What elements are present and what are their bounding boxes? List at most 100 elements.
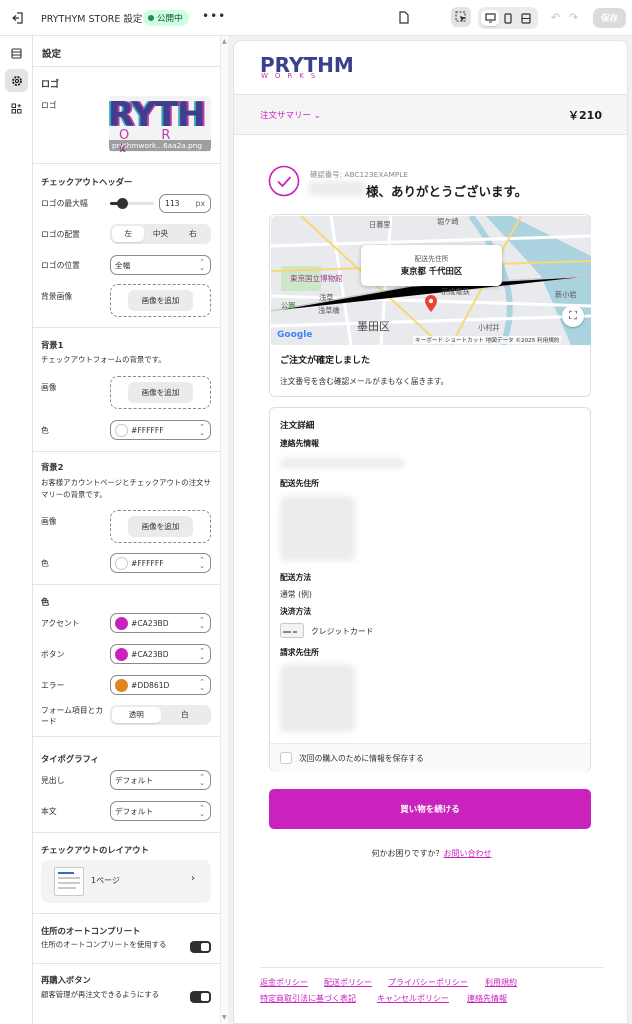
reorder-toggle[interactable]: [190, 991, 211, 1003]
logo-width-slider[interactable]: [110, 198, 154, 209]
logo-position-select[interactable]: 全幅 ⌃ ⌄: [110, 255, 211, 275]
legal-notice-link[interactable]: 特定商取引法に基づく表記: [260, 993, 356, 1004]
chevron-up-down-icon: ⌃ ⌄: [199, 678, 205, 692]
bg-image-dropzone: 画像を追加: [110, 284, 211, 317]
chevron-up-down-icon: ⌃ ⌄: [199, 647, 205, 661]
top-bar: PRYTHYM STORE 設定 2 公開中 ••• ↶ ↷ 保存: [0, 0, 632, 36]
save-info-label[interactable]: 次回の購入のために情報を保存する: [299, 753, 424, 764]
color-swatch: [115, 423, 128, 437]
thumb-line: [58, 882, 80, 884]
accent-color-select[interactable]: #CA23BD ⌃ ⌄: [110, 613, 211, 633]
customer-name-redacted: [308, 181, 366, 196]
shipping-address-label: 配送先住所: [280, 479, 319, 488]
checkout-preview: PRYTHM WORKS 注文サマリー ⌄ ￥210 確認番号: ABC123E…: [233, 40, 628, 1024]
heading-font-select[interactable]: デフォルト ⌃ ⌄: [110, 770, 211, 790]
refund-policy-link[interactable]: 返金ポリシー: [260, 977, 308, 988]
bg2-color-select[interactable]: #FFFFFF ⌃ ⌄: [110, 553, 211, 573]
panel-scrollbar[interactable]: ▲ ▼: [220, 36, 228, 1024]
chevron-up-down-icon: ⌃ ⌄: [199, 258, 205, 272]
save-button[interactable]: 保存: [593, 8, 626, 28]
form-card-label: フォーム項目とカード: [41, 706, 104, 726]
divider: [33, 584, 220, 585]
preview-header: PRYTHM WORKS: [234, 41, 627, 95]
body-font-select[interactable]: デフォルト ⌃ ⌄: [110, 801, 211, 821]
button-color-select[interactable]: #CA23BD ⌃ ⌄: [110, 644, 211, 664]
contact-link[interactable]: お問い合わせ: [444, 849, 492, 858]
map-label: 墨田区: [357, 320, 390, 333]
map-label: 小村井: [478, 323, 500, 332]
apps-button[interactable]: [5, 97, 28, 120]
accent-label: アクセント: [41, 619, 80, 628]
error-color-select[interactable]: #DD861D ⌃ ⌄: [110, 675, 211, 695]
contact-info-link[interactable]: 連絡先情報: [467, 993, 507, 1004]
align-left-option[interactable]: 左: [112, 226, 145, 242]
align-center-option[interactable]: 中央: [144, 226, 176, 242]
left-rail: [0, 36, 33, 1024]
redo-icon[interactable]: ↷: [569, 11, 578, 24]
map-label: 堀ケ崎: [437, 217, 459, 226]
divider: [33, 451, 220, 452]
slider-handle[interactable]: [117, 198, 128, 209]
apps-icon: [11, 103, 22, 114]
chevron-down-icon: ⌄: [313, 111, 321, 121]
bg1-color-select[interactable]: #FFFFFF ⌃ ⌄: [110, 420, 211, 440]
more-actions-button[interactable]: •••: [202, 9, 226, 23]
shipping-method-value: 通常 (例): [280, 590, 312, 599]
bg2-color-label: 色: [41, 559, 49, 568]
bg-image-label: 背景画像: [41, 292, 73, 301]
mobile-view-button[interactable]: [499, 10, 517, 26]
map-fullscreen-button[interactable]: ⛶: [562, 305, 584, 327]
thumb-line: [58, 887, 76, 889]
document-icon[interactable]: [398, 11, 410, 24]
undo-icon[interactable]: ↶: [551, 11, 560, 24]
map-caption: 配送先住所: [414, 255, 449, 263]
layout-select-card[interactable]: 1ページ ›: [41, 860, 211, 903]
add-image-button[interactable]: 画像を追加: [127, 382, 194, 403]
contact-label: 連絡先情報: [280, 439, 319, 448]
shipping-policy-link[interactable]: 配送ポリシー: [324, 977, 372, 988]
inspector-button[interactable]: [451, 7, 471, 27]
add-image-button[interactable]: 画像を追加: [127, 516, 194, 537]
contact-redacted: [280, 458, 405, 468]
sections-button[interactable]: [5, 42, 28, 65]
logo-position-value: 全幅: [115, 260, 131, 270]
continue-shopping-button[interactable]: 買い物を続ける: [269, 789, 591, 829]
order-summary-bar[interactable]: 注文サマリー ⌄ ￥210: [234, 95, 627, 135]
billing-address-label: 請求先住所: [280, 648, 319, 657]
map-credit[interactable]: キーボード ショートカット 地図データ ©2025 利用規約: [413, 336, 562, 344]
logo-position-label: ロゴの位置: [41, 261, 80, 270]
terms-link[interactable]: 利用規約: [485, 977, 517, 988]
settings-panel: 設定 ロゴ ロゴ RYTH O R K prythmwork...6aa2a.p…: [33, 36, 220, 1024]
error-color-value: #DD861D: [131, 680, 170, 690]
logo-thumbnail[interactable]: RYTH O R K prythmwork...6aa2a.png: [109, 96, 211, 152]
scroll-up-icon[interactable]: ▲: [222, 38, 227, 45]
bg2-image-label: 画像: [41, 517, 57, 526]
order-summary-label: 注文サマリー: [260, 111, 312, 121]
privacy-policy-link[interactable]: プライバシーポリシー: [388, 977, 468, 988]
color-swatch: [115, 556, 128, 570]
delivery-map[interactable]: 東京国立博物館 墨田区 京成電鉄 浅草 小村井 新小岩 公園 浅草橋 日暮里 堀…: [271, 216, 591, 345]
chevron-up-down-icon: ⌃ ⌄: [199, 423, 205, 437]
exit-icon[interactable]: [11, 11, 25, 25]
align-right-option[interactable]: 右: [177, 226, 209, 242]
fullscreen-view-button[interactable]: [517, 10, 535, 26]
bg2-title: 背景2: [41, 462, 64, 472]
chevron-up-down-icon: ⌃ ⌄: [199, 804, 205, 818]
status-dot-icon: [148, 15, 154, 21]
save-info-checkbox[interactable]: [280, 752, 292, 764]
store-title: PRYTHYM STORE 設定 2: [41, 14, 152, 25]
form-white-option[interactable]: 白: [161, 707, 210, 723]
cancel-policy-link[interactable]: キャンセルポリシー: [377, 993, 449, 1004]
desktop-icon: [484, 13, 496, 23]
desktop-view-button[interactable]: [481, 10, 499, 26]
error-color-label: エラー: [41, 681, 65, 690]
settings-button[interactable]: [5, 69, 28, 92]
order-summary-toggle[interactable]: 注文サマリー ⌄: [260, 109, 321, 121]
logo-width-input[interactable]: 113 px: [159, 194, 211, 213]
add-image-button[interactable]: 画像を追加: [127, 290, 194, 311]
form-transparent-option[interactable]: 透明: [112, 707, 161, 723]
order-total: ￥210: [568, 109, 602, 122]
autocomplete-toggle[interactable]: [190, 941, 211, 953]
map-label: 東京国立博物館: [290, 274, 343, 283]
scroll-down-icon[interactable]: ▼: [222, 1014, 227, 1021]
